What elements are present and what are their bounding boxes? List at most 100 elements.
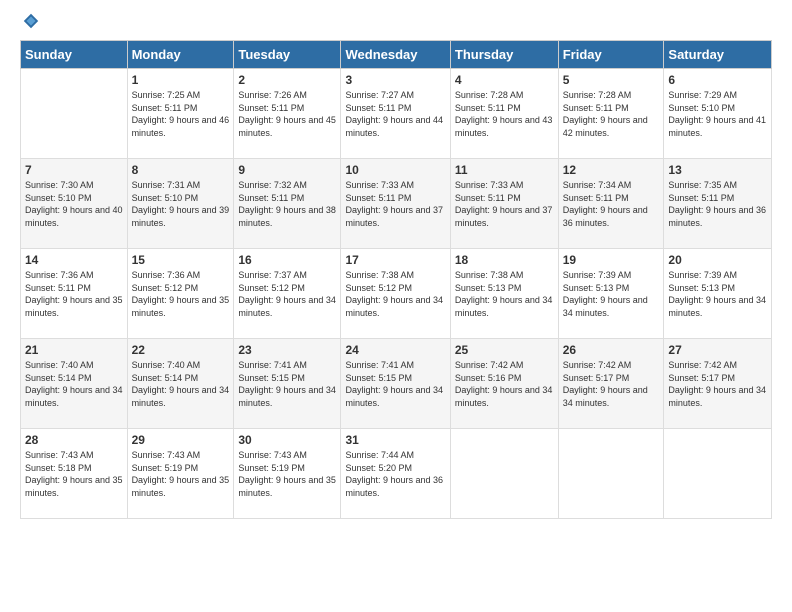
calendar-cell: 22 Sunrise: 7:40 AM Sunset: 5:14 PM Dayli…	[127, 339, 234, 429]
day-number: 31	[345, 433, 445, 447]
calendar-cell	[21, 69, 128, 159]
calendar-cell: 16 Sunrise: 7:37 AM Sunset: 5:12 PM Dayli…	[234, 249, 341, 339]
day-info: Sunrise: 7:39 AM Sunset: 5:13 PM Dayligh…	[563, 269, 660, 319]
day-info: Sunrise: 7:44 AM Sunset: 5:20 PM Dayligh…	[345, 449, 445, 499]
calendar-cell: 12Sunrise: 7:34 AM Sunset: 5:11 PM Dayli…	[558, 159, 664, 249]
day-number: 24	[345, 343, 445, 357]
day-info: Sunrise: 7:27 AM Sunset: 5:11 PM Dayligh…	[345, 89, 445, 139]
calendar-week-5: 28 Sunrise: 7:43 AM Sunset: 5:18 PM Dayli…	[21, 429, 772, 519]
weekday-header-sunday: Sunday	[21, 41, 128, 69]
day-info: Sunrise: 7:33 AM Sunset: 5:11 PM Dayligh…	[455, 179, 554, 229]
calendar-header-row: SundayMondayTuesdayWednesdayThursdayFrid…	[21, 41, 772, 69]
day-info: Sunrise: 7:38 AM Sunset: 5:13 PM Dayligh…	[455, 269, 554, 319]
day-number: 28	[25, 433, 123, 447]
day-info: Sunrise: 7:40 AM Sunset: 5:14 PM Dayligh…	[25, 359, 123, 409]
day-info: Sunrise: 7:26 AM Sunset: 5:11 PM Dayligh…	[238, 89, 336, 139]
calendar-cell: 11Sunrise: 7:33 AM Sunset: 5:11 PM Dayli…	[450, 159, 558, 249]
calendar-cell	[664, 429, 772, 519]
calendar-week-2: 7 Sunrise: 7:30 AM Sunset: 5:10 PM Daylig…	[21, 159, 772, 249]
day-info: Sunrise: 7:42 AM Sunset: 5:17 PM Dayligh…	[563, 359, 660, 409]
logo-icon	[22, 12, 40, 30]
day-number: 17	[345, 253, 445, 267]
day-number: 23	[238, 343, 336, 357]
day-info: Sunrise: 7:41 AM Sunset: 5:15 PM Dayligh…	[345, 359, 445, 409]
calendar-week-4: 21 Sunrise: 7:40 AM Sunset: 5:14 PM Dayli…	[21, 339, 772, 429]
day-info: Sunrise: 7:43 AM Sunset: 5:19 PM Dayligh…	[132, 449, 230, 499]
calendar-week-1: 1 Sunrise: 7:25 AM Sunset: 5:11 PM Daylig…	[21, 69, 772, 159]
calendar-cell: 13Sunrise: 7:35 AM Sunset: 5:11 PM Dayli…	[664, 159, 772, 249]
day-info: Sunrise: 7:43 AM Sunset: 5:19 PM Dayligh…	[238, 449, 336, 499]
day-info: Sunrise: 7:38 AM Sunset: 5:12 PM Dayligh…	[345, 269, 445, 319]
day-number: 12	[563, 163, 660, 177]
calendar-cell: 25 Sunrise: 7:42 AM Sunset: 5:16 PM Dayli…	[450, 339, 558, 429]
day-number: 8	[132, 163, 230, 177]
calendar-table: SundayMondayTuesdayWednesdayThursdayFrid…	[20, 40, 772, 519]
calendar-cell	[450, 429, 558, 519]
day-number: 19	[563, 253, 660, 267]
weekday-header-saturday: Saturday	[664, 41, 772, 69]
day-info: Sunrise: 7:33 AM Sunset: 5:11 PM Dayligh…	[345, 179, 445, 229]
calendar-cell: 6 Sunrise: 7:29 AM Sunset: 5:10 PM Daylig…	[664, 69, 772, 159]
weekday-header-friday: Friday	[558, 41, 664, 69]
calendar-cell: 9 Sunrise: 7:32 AM Sunset: 5:11 PM Daylig…	[234, 159, 341, 249]
day-number: 27	[668, 343, 767, 357]
day-number: 1	[132, 73, 230, 87]
calendar-cell: 18Sunrise: 7:38 AM Sunset: 5:13 PM Dayli…	[450, 249, 558, 339]
day-info: Sunrise: 7:41 AM Sunset: 5:15 PM Dayligh…	[238, 359, 336, 409]
day-info: Sunrise: 7:28 AM Sunset: 5:11 PM Dayligh…	[563, 89, 660, 139]
day-number: 3	[345, 73, 445, 87]
day-info: Sunrise: 7:42 AM Sunset: 5:17 PM Dayligh…	[668, 359, 767, 409]
day-info: Sunrise: 7:32 AM Sunset: 5:11 PM Dayligh…	[238, 179, 336, 229]
day-number: 10	[345, 163, 445, 177]
day-info: Sunrise: 7:28 AM Sunset: 5:11 PM Dayligh…	[455, 89, 554, 139]
calendar-cell: 27 Sunrise: 7:42 AM Sunset: 5:17 PM Dayli…	[664, 339, 772, 429]
day-info: Sunrise: 7:36 AM Sunset: 5:11 PM Dayligh…	[25, 269, 123, 319]
calendar-cell: 10 Sunrise: 7:33 AM Sunset: 5:11 PM Dayli…	[341, 159, 450, 249]
day-number: 13	[668, 163, 767, 177]
day-info: Sunrise: 7:25 AM Sunset: 5:11 PM Dayligh…	[132, 89, 230, 139]
calendar-cell: 1 Sunrise: 7:25 AM Sunset: 5:11 PM Daylig…	[127, 69, 234, 159]
calendar-cell: 23 Sunrise: 7:41 AM Sunset: 5:15 PM Dayli…	[234, 339, 341, 429]
calendar-cell: 17 Sunrise: 7:38 AM Sunset: 5:12 PM Dayli…	[341, 249, 450, 339]
day-info: Sunrise: 7:42 AM Sunset: 5:16 PM Dayligh…	[455, 359, 554, 409]
weekday-header-wednesday: Wednesday	[341, 41, 450, 69]
calendar-cell: 14 Sunrise: 7:36 AM Sunset: 5:11 PM Dayli…	[21, 249, 128, 339]
calendar-cell: 26 Sunrise: 7:42 AM Sunset: 5:17 PM Dayli…	[558, 339, 664, 429]
day-number: 16	[238, 253, 336, 267]
calendar-cell: 15 Sunrise: 7:36 AM Sunset: 5:12 PM Dayli…	[127, 249, 234, 339]
day-number: 2	[238, 73, 336, 87]
calendar-cell: 8 Sunrise: 7:31 AM Sunset: 5:10 PM Daylig…	[127, 159, 234, 249]
calendar-cell: 29Sunrise: 7:43 AM Sunset: 5:19 PM Dayli…	[127, 429, 234, 519]
weekday-header-tuesday: Tuesday	[234, 41, 341, 69]
calendar-cell: 21 Sunrise: 7:40 AM Sunset: 5:14 PM Dayli…	[21, 339, 128, 429]
day-number: 20	[668, 253, 767, 267]
weekday-header-monday: Monday	[127, 41, 234, 69]
calendar-cell: 5Sunrise: 7:28 AM Sunset: 5:11 PM Daylig…	[558, 69, 664, 159]
calendar-cell: 30Sunrise: 7:43 AM Sunset: 5:19 PM Dayli…	[234, 429, 341, 519]
day-number: 7	[25, 163, 123, 177]
day-number: 14	[25, 253, 123, 267]
weekday-header-thursday: Thursday	[450, 41, 558, 69]
day-number: 15	[132, 253, 230, 267]
day-info: Sunrise: 7:37 AM Sunset: 5:12 PM Dayligh…	[238, 269, 336, 319]
calendar-cell: 4Sunrise: 7:28 AM Sunset: 5:11 PM Daylig…	[450, 69, 558, 159]
day-number: 21	[25, 343, 123, 357]
calendar-week-3: 14 Sunrise: 7:36 AM Sunset: 5:11 PM Dayli…	[21, 249, 772, 339]
day-info: Sunrise: 7:31 AM Sunset: 5:10 PM Dayligh…	[132, 179, 230, 229]
day-number: 22	[132, 343, 230, 357]
day-info: Sunrise: 7:39 AM Sunset: 5:13 PM Dayligh…	[668, 269, 767, 319]
day-info: Sunrise: 7:29 AM Sunset: 5:10 PM Dayligh…	[668, 89, 767, 139]
day-info: Sunrise: 7:30 AM Sunset: 5:10 PM Dayligh…	[25, 179, 123, 229]
day-number: 25	[455, 343, 554, 357]
calendar-cell: 31 Sunrise: 7:44 AM Sunset: 5:20 PM Dayli…	[341, 429, 450, 519]
day-number: 26	[563, 343, 660, 357]
day-number: 9	[238, 163, 336, 177]
day-info: Sunrise: 7:36 AM Sunset: 5:12 PM Dayligh…	[132, 269, 230, 319]
logo	[20, 16, 40, 30]
day-info: Sunrise: 7:43 AM Sunset: 5:18 PM Dayligh…	[25, 449, 123, 499]
calendar-cell: 24 Sunrise: 7:41 AM Sunset: 5:15 PM Dayli…	[341, 339, 450, 429]
day-info: Sunrise: 7:40 AM Sunset: 5:14 PM Dayligh…	[132, 359, 230, 409]
calendar-cell: 28 Sunrise: 7:43 AM Sunset: 5:18 PM Dayli…	[21, 429, 128, 519]
calendar-cell: 2 Sunrise: 7:26 AM Sunset: 5:11 PM Daylig…	[234, 69, 341, 159]
day-number: 6	[668, 73, 767, 87]
